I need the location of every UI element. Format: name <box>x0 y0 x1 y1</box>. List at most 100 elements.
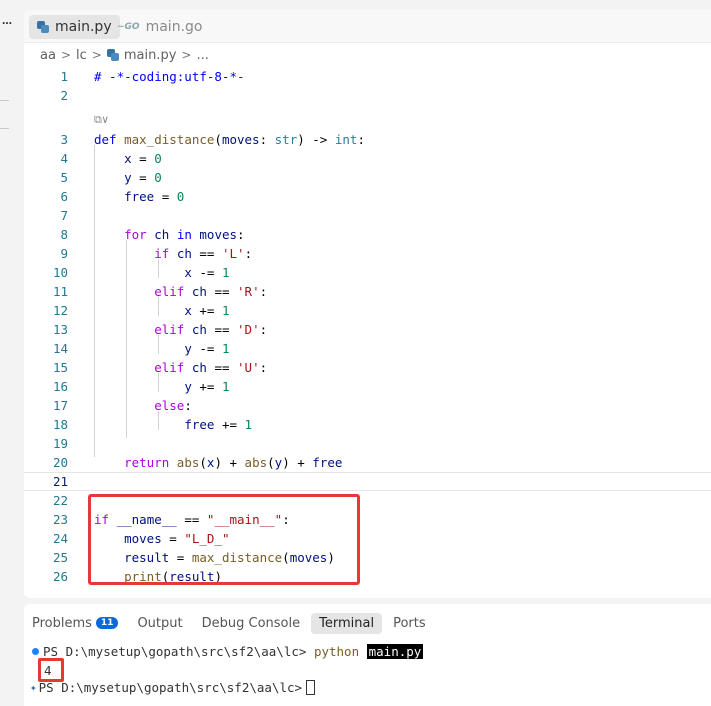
tab-debug-console[interactable]: Debug Console <box>194 613 309 634</box>
terminal-prompt: PS D:\mysetup\gopath\src\sf2\aa\lc> <box>38 679 303 695</box>
python-file-icon <box>37 21 49 33</box>
tab-problems[interactable]: Problems 11 <box>24 613 126 634</box>
terminal-command-arg: main.py <box>366 643 424 659</box>
chevron-right-icon: > <box>91 48 102 62</box>
code-line: 7 <box>24 206 711 225</box>
line-number: 4 <box>60 151 68 166</box>
breadcrumb: aa > lc > main.py > ... <box>40 45 209 65</box>
line-number: 8 <box>60 227 68 242</box>
terminal-command: python <box>313 643 360 659</box>
line-text: elif ch == 'U': <box>154 360 268 375</box>
code-line: 8 for ch in moves: <box>24 225 711 244</box>
line-text: x -= 1 <box>184 265 230 280</box>
terminal-prompt: PS D:\mysetup\gopath\src\sf2\aa\lc> <box>43 643 307 659</box>
tab-label: main.go <box>145 19 203 35</box>
tab-main-py[interactable]: main.py <box>29 15 120 39</box>
activity-bar: … <box>0 0 14 706</box>
tab-label: Debug Console <box>201 615 301 631</box>
line-number: 1 <box>60 69 68 84</box>
line-number: 13 <box>52 322 68 337</box>
code-line: 16 y += 1 <box>24 377 711 396</box>
line-number: 23 <box>52 512 68 527</box>
python-file-icon <box>106 49 119 61</box>
line-text: x += 1 <box>184 303 230 318</box>
code-line: 18 free += 1 <box>24 415 711 434</box>
terminal-cursor <box>306 679 316 695</box>
terminal-line[interactable]: ✦ PS D:\mysetup\gopath\src\sf2\aa\lc> <box>24 677 316 697</box>
divider <box>0 100 9 101</box>
line-text: if ch == 'L': <box>154 246 253 261</box>
highlight-annotation <box>38 658 64 682</box>
sparkle-icon[interactable]: ✦ <box>30 681 37 694</box>
line-number: 25 <box>52 550 68 565</box>
code-line: 3 def max_distance(moves: str) -> int: <box>24 130 711 149</box>
more-icon[interactable]: … <box>2 16 12 27</box>
terminal-line: PS D:\mysetup\gopath\src\sf2\aa\lc> pyth… <box>24 641 424 661</box>
chevron-right-icon: > <box>181 48 192 62</box>
tab-label: Problems <box>32 615 92 631</box>
line-number: 2 <box>60 88 68 103</box>
line-number: 6 <box>60 189 68 204</box>
code-line: 9 if ch == 'L': <box>24 244 711 263</box>
code-line: 1 # -*-coding:utf-8-*- <box>24 67 711 86</box>
line-number: 14 <box>52 341 68 356</box>
editor-tabs: main.py ~GO main.go <box>24 10 711 43</box>
tab-label: Ports <box>393 615 426 631</box>
panel: Problems 11 Output Debug Console Termina… <box>24 604 711 706</box>
tab-label: main.py <box>55 19 112 35</box>
line-text: def max_distance(moves: str) -> int: <box>94 132 365 147</box>
line-text: y = 0 <box>124 170 162 185</box>
line-number: 20 <box>52 455 68 470</box>
line-text: for ch in moves: <box>124 227 245 242</box>
breadcrumb-item[interactable]: main.py <box>124 48 177 63</box>
code-line: 15 elif ch == 'U': <box>24 358 711 377</box>
code-line: 5 y = 0 <box>24 168 711 187</box>
panel-tabs: Problems 11 Output Debug Console Termina… <box>24 610 437 636</box>
code-line: 20 return abs(x) + abs(y) + free <box>24 453 711 472</box>
tab-label: Output <box>137 615 183 631</box>
line-number: 17 <box>52 398 68 413</box>
code-line: 11 elif ch == 'R': <box>24 282 711 301</box>
line-number: 16 <box>52 379 68 394</box>
tab-main-go[interactable]: ~GO main.go <box>109 15 210 39</box>
highlight-annotation <box>88 494 360 585</box>
code-line: 4 x = 0 <box>24 149 711 168</box>
breadcrumb-item[interactable]: lc <box>76 48 87 63</box>
line-number: 12 <box>52 303 68 318</box>
line-number: 24 <box>52 531 68 546</box>
line-number: 26 <box>52 569 68 584</box>
tab-output[interactable]: Output <box>129 613 190 634</box>
line-text: elif ch == 'D': <box>154 322 268 337</box>
divider <box>0 128 9 129</box>
command-status-icon[interactable] <box>32 647 39 655</box>
problems-count-badge: 11 <box>95 617 119 629</box>
line-text: return abs(x) + abs(y) + free <box>124 455 343 470</box>
tab-ports[interactable]: Ports <box>385 613 434 634</box>
line-text: y += 1 <box>184 379 230 394</box>
line-number: 15 <box>52 360 68 375</box>
code-line: 19 <box>24 434 711 453</box>
code-line: 17 else: <box>24 396 711 415</box>
line-number: 3 <box>60 132 68 147</box>
line-text: x = 0 <box>124 151 162 166</box>
line-number: 10 <box>52 265 68 280</box>
line-text: # -*-coding:utf-8-*- <box>94 69 245 84</box>
line-text: elif ch == 'R': <box>154 284 268 299</box>
chevron-right-icon: > <box>60 48 71 62</box>
code-line: 13 elif ch == 'D': <box>24 320 711 339</box>
code-line: 12 x += 1 <box>24 301 711 320</box>
code-line: 2 <box>24 86 711 105</box>
code-line-current: 21 <box>24 472 711 491</box>
breadcrumb-item[interactable]: aa <box>40 48 56 63</box>
tab-terminal[interactable]: Terminal <box>311 612 383 634</box>
line-text: free = 0 <box>124 189 185 204</box>
line-number: 22 <box>52 493 68 508</box>
line-number: 7 <box>60 208 68 223</box>
line-number: 5 <box>60 170 68 185</box>
line-number: 18 <box>52 417 68 432</box>
line-number: 19 <box>52 436 68 451</box>
line-number: 11 <box>52 284 68 299</box>
breadcrumb-item[interactable]: ... <box>196 48 208 63</box>
line-text: else: <box>154 398 192 413</box>
codelens-icon[interactable]: ⧉∨ <box>94 113 108 127</box>
